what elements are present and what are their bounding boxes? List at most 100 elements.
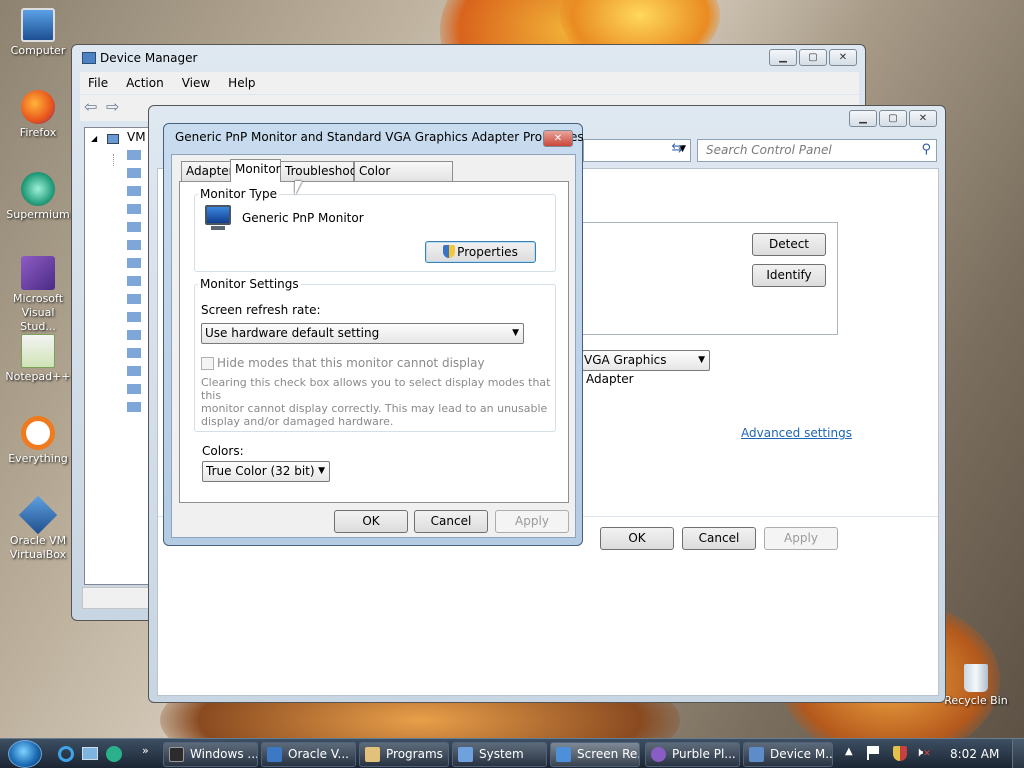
monitor-type-label: Monitor Type	[198, 187, 279, 201]
start-button[interactable]	[8, 740, 42, 768]
recycle-bin-icon	[964, 664, 988, 692]
chevron-down-icon: ▼	[698, 355, 705, 365]
maximize-button[interactable]: ▢	[879, 110, 907, 127]
desktop-icon-visual-studio[interactable]: Microsoft Visual Stud...	[2, 256, 74, 334]
virtualbox-icon	[267, 747, 282, 762]
task-label: Purble Pl...	[672, 747, 736, 761]
task-label: Screen Re...	[577, 747, 639, 761]
display-select-value: VGA Graphics Adapter	[584, 353, 667, 386]
detect-button[interactable]: Detect	[752, 233, 826, 256]
back-arrow-icon[interactable]: ⇦	[84, 97, 97, 116]
cmd-icon	[169, 747, 184, 762]
desktop-icon-label: Notepad++	[5, 370, 71, 383]
hide-modes-checkbox[interactable]	[201, 357, 214, 370]
minimize-button[interactable]: ▁	[769, 49, 797, 66]
desktop-icon-supermium[interactable]: Supermium	[2, 172, 74, 222]
tab-color-management[interactable]: Color Management	[354, 161, 453, 196]
task-system[interactable]: System	[452, 742, 547, 767]
device-manager-statusbar	[82, 587, 157, 609]
show-desktop-button[interactable]	[1012, 739, 1024, 768]
cp-ok-button[interactable]: OK	[600, 527, 674, 550]
virtualbox-icon	[18, 495, 58, 535]
tree-node-icons	[127, 150, 141, 420]
cp-cancel-button[interactable]: Cancel	[682, 527, 756, 550]
monitor-settings-label: Monitor Settings	[198, 277, 301, 291]
tree-root-label[interactable]: VM	[127, 130, 146, 144]
tab-monitor[interactable]: Monitor	[230, 159, 281, 182]
device-manager-titlebar[interactable]: Device Manager	[72, 45, 865, 71]
monitor-stand	[211, 226, 225, 230]
cp-apply-button[interactable]: Apply	[764, 527, 838, 550]
hide-modes-note: Clearing this check box allows you to se…	[201, 376, 551, 428]
monitor-properties-button[interactable]: Properties	[425, 241, 536, 263]
search-input[interactable]: Search Control Panel ⚲	[697, 139, 937, 162]
refresh-rate-select[interactable]: Use hardware default setting ▼	[201, 323, 524, 344]
desktop-icon-label: Computer	[10, 44, 66, 57]
task-label: Windows ...	[190, 747, 258, 761]
note-line: display and/or damaged hardware.	[201, 415, 394, 428]
task-device-manager[interactable]: Device M...	[743, 742, 833, 767]
desktop-icon-label: Everything	[8, 452, 68, 465]
refresh-icon[interactable]: ⇆	[667, 141, 687, 161]
menu-file[interactable]: File	[88, 72, 108, 94]
device-manager-title: Device Manager	[100, 51, 198, 65]
desktop-icon-notepadpp[interactable]: Notepad++	[2, 334, 74, 384]
switch-windows-icon[interactable]	[106, 746, 122, 762]
desktop-icon-label: Recycle Bin	[944, 694, 1008, 707]
task-purble-place[interactable]: Purble Pl...	[645, 742, 740, 767]
tab-adapter[interactable]: Adapter	[181, 161, 234, 181]
menu-view[interactable]: View	[182, 72, 210, 94]
minimize-button[interactable]: ▁	[849, 110, 877, 127]
search-icon[interactable]: ⚲	[921, 142, 931, 157]
dialog-body: Adapter Monitor Troubleshoot Color Manag…	[171, 154, 576, 538]
task-screen-resolution[interactable]: Screen Re...	[550, 742, 640, 767]
monitor-icon	[205, 205, 231, 225]
purble-place-icon	[651, 747, 666, 762]
colors-select[interactable]: True Color (32 bit) ▼	[202, 461, 330, 482]
dialog-apply-button[interactable]: Apply	[495, 510, 569, 533]
display-icon	[556, 747, 571, 762]
menu-action[interactable]: Action	[126, 72, 164, 94]
maximize-button[interactable]: ▢	[799, 49, 827, 66]
tab-troubleshoot[interactable]: Troubleshoot	[280, 161, 362, 181]
display-select[interactable]: VGA Graphics Adapter ▼	[582, 350, 710, 386]
volume-muted-icon[interactable]: 🕨✕	[915, 745, 931, 760]
taskbar: » Windows ... Oracle V... Programs Syste…	[0, 738, 1024, 768]
security-icon[interactable]	[893, 746, 907, 761]
desktop-icon-virtualbox[interactable]: Oracle VM VirtualBox	[2, 495, 74, 562]
advanced-settings-link[interactable]: Advanced settings	[741, 426, 852, 440]
device-tree: ◢ VM	[84, 127, 154, 585]
close-button[interactable]: ✕	[829, 49, 857, 66]
refresh-rate-label: Screen refresh rate:	[201, 303, 321, 317]
close-button[interactable]: ✕	[909, 110, 937, 127]
dialog-cancel-button[interactable]: Cancel	[414, 510, 488, 533]
quicklaunch-overflow-icon[interactable]: »	[142, 744, 149, 757]
identify-button[interactable]: Identify	[752, 264, 826, 287]
desktop-icon-recycle-bin[interactable]: Recycle Bin	[938, 664, 1014, 708]
device-manager-app-icon	[82, 52, 96, 64]
menu-help[interactable]: Help	[228, 72, 255, 94]
task-windows[interactable]: Windows ...	[163, 742, 258, 767]
tree-expander[interactable]: ◢	[91, 134, 97, 143]
dialog-title[interactable]: Generic PnP Monitor and Standard VGA Gra…	[175, 130, 584, 144]
ie-icon[interactable]	[58, 746, 74, 762]
close-button[interactable]: ✕	[543, 130, 573, 147]
properties-button-label: Properties	[457, 245, 518, 259]
task-oracle-vbox[interactable]: Oracle V...	[261, 742, 356, 767]
action-center-flag-icon[interactable]	[867, 746, 879, 760]
everything-icon	[21, 416, 55, 450]
forward-arrow-icon[interactable]: ⇨	[106, 97, 119, 116]
chevron-down-icon: ▼	[318, 466, 325, 476]
desktop-icon-firefox[interactable]: Firefox	[2, 90, 74, 140]
colors-value: True Color (32 bit)	[206, 464, 315, 478]
system-icon	[458, 747, 473, 762]
desktop-icon-everything[interactable]: Everything	[2, 416, 74, 466]
task-label: Programs	[386, 747, 443, 761]
clock[interactable]: 8:02 AM	[950, 739, 999, 768]
tray-overflow-icon[interactable]: ▲	[845, 746, 853, 757]
show-desktop-icon[interactable]	[82, 747, 98, 760]
dialog-ok-button[interactable]: OK	[334, 510, 408, 533]
desktop-icon-computer[interactable]: Computer	[2, 8, 74, 58]
task-programs[interactable]: Programs	[359, 742, 449, 767]
task-label: Device M...	[770, 747, 833, 761]
